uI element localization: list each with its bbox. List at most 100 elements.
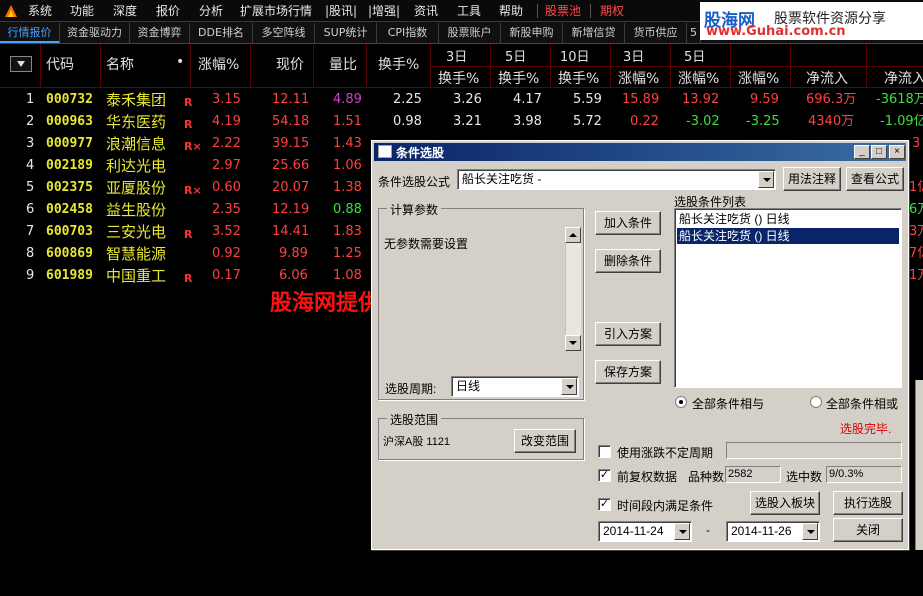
tab-fund-drive[interactable]: 资金驱动力 [60,23,130,43]
execute-select-button[interactable]: 执行选股 [833,491,903,515]
turnover-5: 4.17 [513,92,542,107]
menu-function[interactable]: 功能 [70,0,94,22]
tab-fund-game[interactable]: 资金博弈 [130,23,190,43]
chevron-down-icon[interactable] [561,378,577,395]
triangle-down-icon [17,61,25,67]
import-scheme-button[interactable]: 引入方案 [595,322,661,346]
menu-quote[interactable]: 报价 [156,0,180,22]
date-to-select[interactable]: 2014-11-26 [726,521,820,542]
tab-ipo[interactable]: 新股申购 [501,23,563,43]
grid-line [190,44,191,88]
condition-list[interactable]: 船长关注吃货 () 日线 船长关注吃货 () 日线 [674,208,902,388]
price: 14.41 [272,224,310,239]
netflow: 4340万 [808,114,855,129]
radio-or[interactable] [810,396,822,408]
header-change-3[interactable]: 涨幅% [618,68,659,88]
date-from-select[interactable]: 2014-11-24 [598,521,692,542]
header-turnover-10[interactable]: 换手% [558,68,599,88]
vol-ratio: 1.43 [333,136,362,151]
change-range-button[interactable]: 改变范围 [514,429,576,453]
header-change-5[interactable]: 涨幅% [678,68,719,88]
header-turnover-3[interactable]: 换手% [438,68,479,88]
menu-separator [590,4,591,18]
header-turnover[interactable]: 换手% [378,54,419,74]
scroll-up-icon[interactable] [565,227,581,243]
radio-and[interactable] [675,396,687,408]
header-turnover-5[interactable]: 换手% [498,68,539,88]
use-uncertain-checkbox[interactable] [598,445,611,458]
tab-long-short[interactable]: 多空阵线 [253,23,315,43]
tab-new-credit[interactable]: 新增信贷 [563,23,625,43]
header-vol-ratio[interactable]: 量比 [329,54,357,74]
main-scrollbar[interactable] [915,380,923,550]
header-code[interactable]: 代码 [46,54,74,74]
scroll-track[interactable] [565,243,581,335]
tab-quote[interactable]: 行情报价 [0,23,60,43]
view-formula-button[interactable]: 查看公式 [846,167,904,191]
chevron-down-icon[interactable] [674,523,690,540]
menu-help[interactable]: 帮助 [499,0,523,22]
edge-value: 1亿 [909,180,923,195]
period-select[interactable]: 日线 [451,376,579,397]
menu-system[interactable]: 系统 [28,0,52,22]
tab-dde-rank[interactable]: DDE排名 [190,23,253,43]
menu-extended-market[interactable]: 扩展市场行情 [240,0,312,22]
menu-tools[interactable]: 工具 [457,0,481,22]
menu-options[interactable]: 期权 [600,0,624,22]
header-netflow[interactable]: 净流入 [806,68,848,88]
pre-adjust-checkbox[interactable]: ✓ [598,469,611,482]
header-change[interactable]: 涨幅% [198,54,239,74]
header-netflow-2[interactable]: 净流入 [884,68,923,88]
params-group: 计算参数 无参数需要设置 选股周期: 日线 [378,201,584,400]
date-separator: - [706,523,710,537]
table-row[interactable]: 2 000963 华东医药 R 4.19 54.18 1.51 0.98 3.2… [0,111,923,133]
chevron-down-icon[interactable] [758,171,774,188]
menu-enhance[interactable]: |增强| [368,0,400,22]
header-5day: 5日 [505,50,527,65]
vol-ratio: 1.51 [333,114,362,129]
dialog-titlebar[interactable]: 条件选股 _ □ × [374,143,906,161]
delete-condition-button[interactable]: 删除条件 [595,249,661,273]
menu-news[interactable]: |股讯| [325,0,357,22]
row-index: 7 [26,224,35,239]
formula-select[interactable]: 船长关注吃货 - [457,169,776,190]
usage-note-button[interactable]: 用法注释 [783,167,841,191]
menu-info[interactable]: 资讯 [414,0,438,22]
change: 4.19 [212,114,241,129]
tab-stock-account[interactable]: 股票账户 [439,23,501,43]
date-from-value: 2014-11-24 [603,524,664,538]
save-scheme-button[interactable]: 保存方案 [595,360,661,384]
minimize-icon[interactable]: _ [854,145,870,159]
close-button[interactable]: 关闭 [833,518,903,542]
tab-money-supply[interactable]: 货币供应 [625,23,687,43]
range-value: 沪深A股 1121 [383,436,451,448]
stock-code: 600703 [46,224,93,239]
condition-list-item-selected[interactable]: 船长关注吃货 () 日线 [677,228,899,244]
price: 25.66 [272,158,310,173]
tab-more[interactable]: 5 [687,23,701,43]
column-menu-button[interactable] [10,56,32,72]
change-10: -3.25 [746,114,780,129]
header-change-10[interactable]: 涨幅% [738,68,779,88]
tab-sup-stats[interactable]: SUP统计 [315,23,377,43]
edge-value: 3万 [909,224,923,239]
stock-code: 000977 [46,136,93,151]
site-banner-logo: 股海网 股票软件资源分享 www.Guhai.com.cn [700,2,923,40]
tab-cpi-index[interactable]: CPI指数 [377,23,439,43]
add-to-block-button[interactable]: 选股入板块 [750,491,820,515]
maximize-icon[interactable]: □ [871,145,887,159]
menu-analysis[interactable]: 分析 [199,0,223,22]
add-condition-button[interactable]: 加入条件 [595,211,661,235]
change-3: 15.89 [622,92,660,107]
header-name[interactable]: 名称 [106,54,134,74]
time-satisfy-checkbox[interactable]: ✓ [598,498,611,511]
menu-depth[interactable]: 深度 [113,0,137,22]
chevron-down-icon[interactable] [802,523,818,540]
scroll-down-icon[interactable] [565,335,581,351]
condition-list-item[interactable]: 船长关注吃货 () 日线 [677,211,899,227]
menu-stock-pool[interactable]: 股票池 [545,0,581,22]
close-icon[interactable]: × [889,145,905,159]
period-value: 日线 [456,379,481,393]
header-price[interactable]: 现价 [276,54,304,74]
table-row[interactable]: 1 000732 泰禾集团 R 3.15 12.11 4.89 2.25 3.2… [0,89,923,111]
